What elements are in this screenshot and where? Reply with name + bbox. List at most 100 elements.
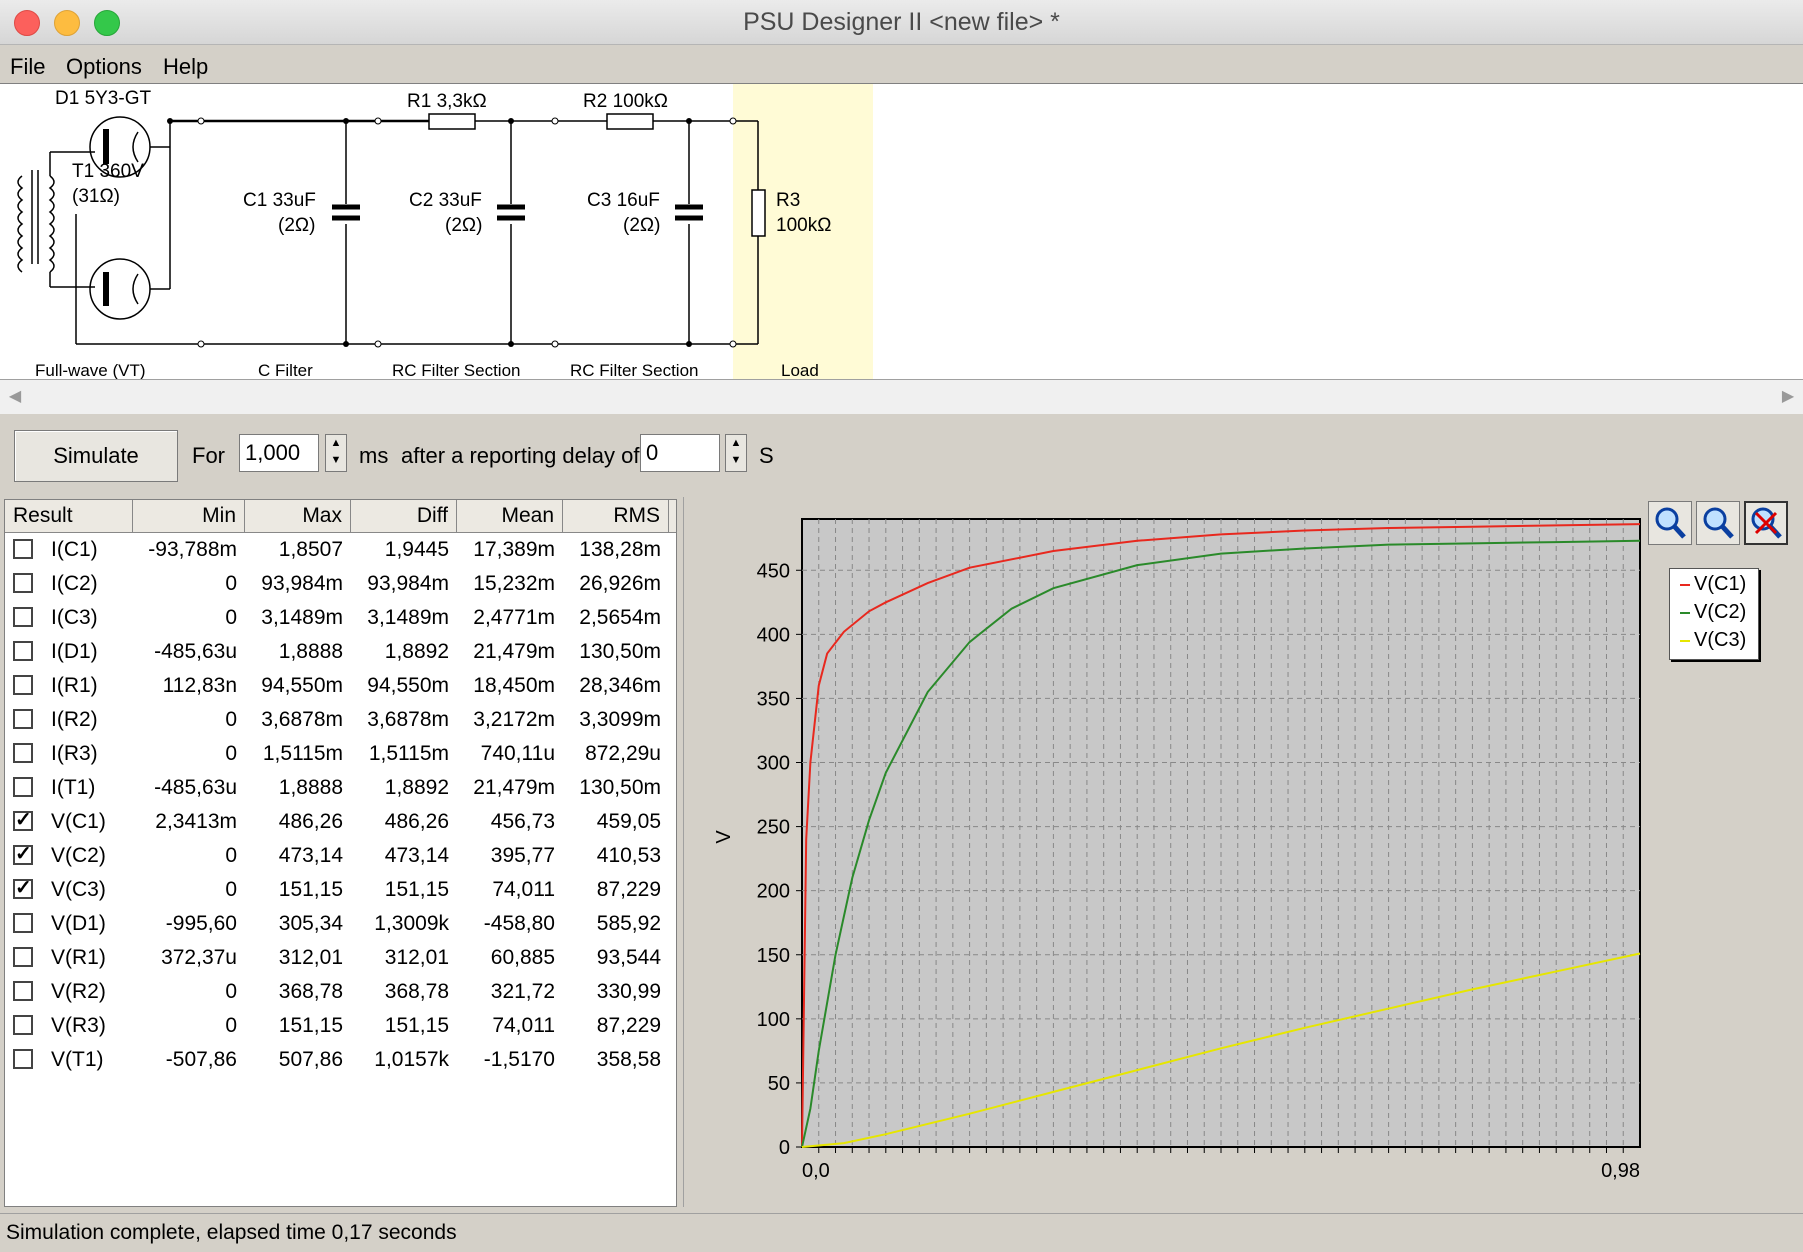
result-checkbox[interactable]: ✓ — [13, 844, 33, 865]
c2-label: C2 33uF — [409, 190, 482, 211]
table-row[interactable]: V(R2) 0 368,78 368,78 321,72 330,99 — [5, 974, 676, 1008]
section-label-load: Load — [781, 361, 819, 380]
cell-min: 0 — [225, 1014, 237, 1037]
schematic-panel[interactable]: D1 5Y3-GT T1 360V (31Ω) R1 3,3kΩ R2 100k… — [0, 83, 1803, 380]
result-checkbox[interactable]: ✓ — [13, 810, 33, 831]
scroll-right-icon[interactable]: ▶ — [1773, 380, 1803, 414]
column-header-result[interactable]: Result — [5, 500, 133, 532]
cell-min: 372,37u — [161, 946, 237, 969]
t1-resistance-label: (31Ω) — [72, 186, 120, 207]
zoom-in-button[interactable] — [1648, 501, 1692, 545]
result-checkbox[interactable] — [13, 675, 33, 695]
zoom-reset-button[interactable] — [1744, 501, 1788, 545]
table-row[interactable]: V(D1) -995,60 305,34 1,3009k -458,80 585,92 — [5, 906, 676, 940]
d1-label: D1 5Y3-GT — [55, 88, 151, 109]
zoom-out-button[interactable] — [1696, 501, 1740, 545]
zoom-in-icon — [1655, 507, 1686, 539]
result-checkbox[interactable] — [13, 981, 33, 1001]
result-checkbox[interactable] — [13, 743, 33, 763]
table-row[interactable]: I(R2) 0 3,6878m 3,6878m 3,2172m 3,3099m — [5, 702, 676, 736]
column-header-min[interactable]: Min — [133, 500, 245, 532]
duration-input[interactable] — [239, 434, 319, 472]
y-tick-label: 250 — [757, 817, 790, 839]
table-row[interactable]: ✓ V(C1) 2,3413m 486,26 486,26 456,73 459,05 — [5, 804, 676, 838]
for-label: For — [192, 443, 225, 468]
section-label-rc-filter-2: RC Filter Section — [570, 361, 698, 380]
cell-diff: 1,0157k — [374, 1048, 449, 1071]
result-checkbox[interactable] — [13, 913, 33, 933]
delay-label: after a reporting delay of — [401, 443, 640, 468]
cell-diff: 151,15 — [384, 878, 449, 901]
legend-swatch-icon — [1680, 611, 1690, 614]
column-header-max[interactable]: Max — [245, 500, 351, 532]
results-table[interactable]: Result Min Max Diff Mean RMS I(C1) -93,78… — [4, 499, 677, 1207]
delay-input[interactable] — [640, 434, 720, 472]
cell-max: 507,86 — [278, 1048, 343, 1071]
cell-min: -485,63u — [154, 776, 237, 799]
cell-mean: 321,72 — [490, 980, 555, 1003]
table-row[interactable]: I(C2) 0 93,984m 93,984m 15,232m 26,926m — [5, 566, 676, 600]
cell-max: 312,01 — [278, 946, 343, 969]
cell-diff: 312,01 — [384, 946, 449, 969]
column-header-rms[interactable]: RMS — [563, 500, 669, 532]
cell-mean: 74,011 — [492, 1014, 555, 1037]
table-row[interactable]: I(C3) 0 3,1489m 3,1489m 2,4771m 2,5654m — [5, 600, 676, 634]
result-checkbox[interactable] — [13, 1049, 33, 1069]
spin-up-icon[interactable]: ▲ — [326, 435, 346, 452]
column-header-mean[interactable]: Mean — [457, 500, 563, 532]
table-row[interactable]: ✓ V(C2) 0 473,14 473,14 395,77 410,53 — [5, 838, 676, 872]
table-row[interactable]: ✓ V(C3) 0 151,15 151,15 74,011 87,229 — [5, 872, 676, 906]
x-tick-label: 0,98 — [1601, 1160, 1640, 1182]
table-row[interactable]: I(R1) 112,83n 94,550m 94,550m 18,450m 28,346m — [5, 668, 676, 702]
window-title: PSU Designer II <new file> * — [743, 8, 1060, 36]
voltage-chart[interactable]: 0 50 100 150 200 250 300 350 400 450 V 0,0 0,98 — [684, 497, 1644, 1197]
menu-options[interactable]: Options — [66, 54, 142, 80]
table-row[interactable]: I(C1) -93,788m 1,8507 1,9445 17,389m 138,28m — [5, 532, 676, 566]
cell-diff: 486,26 — [384, 810, 449, 833]
cell-result: I(D1) — [51, 640, 98, 663]
r3-value-label: 100kΩ — [776, 215, 831, 236]
y-tick-label: 100 — [757, 1009, 790, 1031]
column-header-diff[interactable]: Diff — [351, 500, 457, 532]
cell-max: 1,8888 — [278, 640, 343, 663]
cell-result: I(C3) — [51, 606, 98, 629]
duration-spinner[interactable]: ▲ ▼ — [325, 434, 347, 472]
table-row[interactable]: I(R3) 0 1,5115m 1,5115m 740,11u 872,29u — [5, 736, 676, 770]
result-checkbox[interactable]: ✓ — [13, 878, 33, 899]
delay-spinner[interactable]: ▲ ▼ — [725, 434, 747, 472]
simulate-button[interactable]: Simulate — [14, 430, 178, 482]
result-checkbox[interactable] — [13, 947, 33, 967]
cell-min: 0 — [225, 708, 237, 731]
legend-item-vc2: V(C2) — [1680, 601, 1746, 624]
cell-diff: 1,5115m — [368, 742, 449, 765]
result-checkbox[interactable] — [13, 539, 33, 559]
status-text: Simulation complete, elapsed time 0,17 s… — [6, 1221, 457, 1244]
result-checkbox[interactable] — [13, 709, 33, 729]
cell-min: 0 — [225, 572, 237, 595]
spin-down-icon[interactable]: ▼ — [326, 452, 346, 469]
table-row[interactable]: I(T1) -485,63u 1,8888 1,8892 21,479m 130,50m — [5, 770, 676, 804]
table-row[interactable]: V(R1) 372,37u 312,01 312,01 60,885 93,544 — [5, 940, 676, 974]
table-row[interactable]: I(D1) -485,63u 1,8888 1,8892 21,479m 130,50m — [5, 634, 676, 668]
scroll-left-icon[interactable]: ◀ — [0, 380, 30, 414]
cell-mean: 395,77 — [490, 844, 555, 867]
spin-down-icon[interactable]: ▼ — [726, 452, 746, 469]
cell-max: 1,5115m — [262, 742, 343, 765]
table-row[interactable]: V(T1) -507,86 507,86 1,0157k -1,5170 358,58 — [5, 1042, 676, 1076]
table-row[interactable]: V(R3) 0 151,15 151,15 74,011 87,229 — [5, 1008, 676, 1042]
result-checkbox[interactable] — [13, 777, 33, 797]
cell-result: V(C3) — [51, 878, 106, 901]
result-checkbox[interactable] — [13, 607, 33, 627]
spin-up-icon[interactable]: ▲ — [726, 435, 746, 452]
result-checkbox[interactable] — [13, 641, 33, 661]
menu-file[interactable]: File — [10, 54, 45, 80]
schematic-horizontal-scrollbar[interactable]: ◀ ▶ — [0, 379, 1803, 415]
chart-legend: V(C1) V(C2) V(C3) — [1669, 568, 1759, 660]
menu-help[interactable]: Help — [163, 54, 208, 80]
cell-result: I(C1) — [51, 538, 98, 561]
cell-diff: 151,15 — [384, 1014, 449, 1037]
cell-rms: 93,544 — [596, 946, 661, 969]
result-checkbox[interactable] — [13, 573, 33, 593]
cell-max: 94,550m — [261, 674, 343, 697]
result-checkbox[interactable] — [13, 1015, 33, 1035]
